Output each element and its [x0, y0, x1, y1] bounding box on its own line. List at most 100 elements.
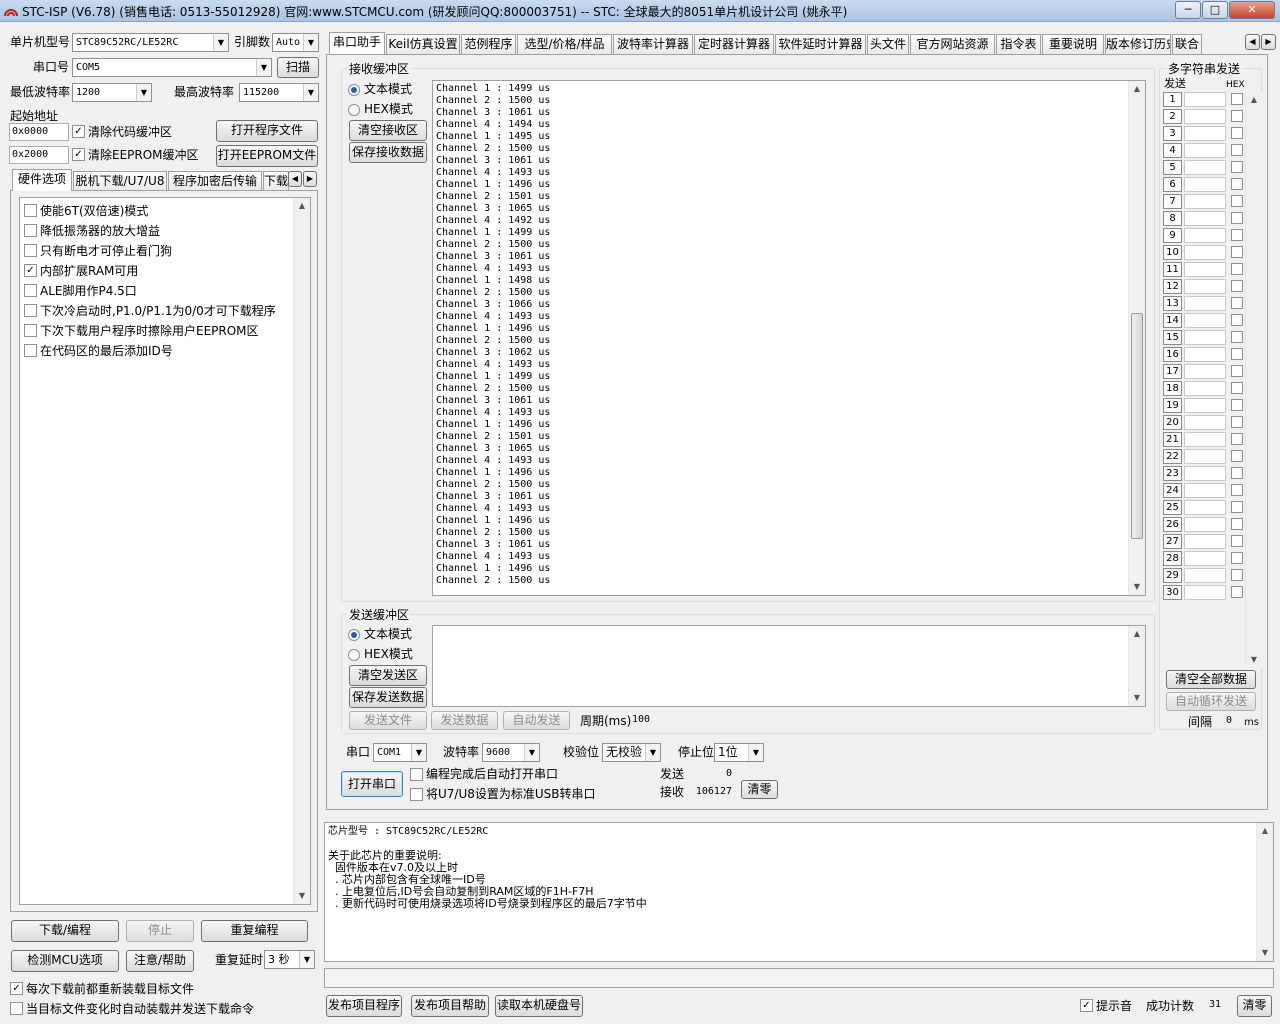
tab-right-9[interactable]: 官方网站资源	[910, 34, 995, 54]
repeat-program-button[interactable]: 重复编程	[201, 920, 308, 942]
max-baud-select[interactable]: 115200 ▼	[239, 83, 319, 102]
multi-string-input-15[interactable]	[1184, 330, 1226, 345]
multi-hex-checkbox-15[interactable]	[1231, 331, 1243, 343]
multi-hex-checkbox-14[interactable]	[1231, 314, 1243, 326]
tab-right-12[interactable]: 版本修订历史	[1105, 34, 1171, 54]
option-checkbox-3[interactable]	[24, 244, 37, 257]
option-checkbox-1[interactable]	[24, 204, 37, 217]
multi-hex-checkbox-1[interactable]	[1231, 93, 1243, 105]
multi-hex-checkbox-23[interactable]	[1231, 467, 1243, 479]
tab-right-10[interactable]: 指令表	[996, 34, 1041, 54]
multi-send-button-15[interactable]: 15	[1163, 330, 1182, 345]
multi-string-input-2[interactable]	[1184, 109, 1226, 124]
receive-scroll-thumb[interactable]	[1131, 313, 1143, 539]
multi-send-button-26[interactable]: 26	[1163, 517, 1182, 532]
info-scrollbar[interactable]: ▲ ▼	[1256, 823, 1273, 961]
auto-send-button[interactable]: 自动发送	[503, 711, 570, 730]
tab-encrypted-transfer[interactable]: 程序加密后传输	[168, 171, 262, 191]
multi-hex-checkbox-8[interactable]	[1231, 212, 1243, 224]
multi-hex-checkbox-18[interactable]	[1231, 382, 1243, 394]
multi-string-input-3[interactable]	[1184, 126, 1226, 141]
reload-before-download-checkbox[interactable]: ✓	[10, 982, 23, 995]
clear-count-button[interactable]: 清零	[741, 780, 778, 799]
tab-download-more[interactable]: 下载	[263, 171, 289, 191]
multi-string-input-11[interactable]	[1184, 262, 1226, 277]
multi-send-button-11[interactable]: 11	[1163, 262, 1182, 277]
baud-rate-select[interactable]: 9600 ▼	[482, 743, 540, 762]
multi-string-input-28[interactable]	[1184, 551, 1226, 566]
multi-hex-checkbox-17[interactable]	[1231, 365, 1243, 377]
multi-string-input-30[interactable]	[1184, 585, 1226, 600]
clear-success-count-button[interactable]: 清零	[1237, 995, 1272, 1017]
scan-button[interactable]: 扫描	[277, 57, 319, 78]
option-checkbox-7[interactable]	[24, 324, 37, 337]
clear-eeprom-buffer-checkbox[interactable]: ✓	[72, 148, 85, 161]
multi-string-input-6[interactable]	[1184, 177, 1226, 192]
multi-hex-checkbox-6[interactable]	[1231, 178, 1243, 190]
scroll-up-icon[interactable]: ▲	[1246, 92, 1262, 108]
multi-send-button-6[interactable]: 6	[1163, 177, 1182, 192]
option-checkbox-8[interactable]	[24, 344, 37, 357]
multi-string-input-24[interactable]	[1184, 483, 1226, 498]
interval-input[interactable]: 0	[1214, 713, 1242, 731]
send-file-button[interactable]: 发送文件	[349, 711, 427, 730]
multi-send-button-7[interactable]: 7	[1163, 194, 1182, 209]
multi-send-button-4[interactable]: 4	[1163, 143, 1182, 158]
tab-right-2[interactable]: Keil仿真设置	[386, 34, 460, 54]
multi-hex-checkbox-10[interactable]	[1231, 246, 1243, 258]
multi-send-button-17[interactable]: 17	[1163, 364, 1182, 379]
open-serial-port-button[interactable]: 打开串口	[341, 771, 403, 797]
tab-right-8[interactable]: 头文件	[867, 34, 909, 54]
multi-string-input-10[interactable]	[1184, 245, 1226, 260]
tab-right-7[interactable]: 软件延时计算器	[775, 34, 866, 54]
help-button[interactable]: 注意/帮助	[126, 950, 194, 972]
multi-send-button-20[interactable]: 20	[1163, 415, 1182, 430]
multi-send-button-21[interactable]: 21	[1163, 432, 1182, 447]
multi-string-input-4[interactable]	[1184, 143, 1226, 158]
multi-hex-checkbox-25[interactable]	[1231, 501, 1243, 513]
multi-send-button-12[interactable]: 12	[1163, 279, 1182, 294]
multi-string-input-18[interactable]	[1184, 381, 1226, 396]
multi-hex-checkbox-22[interactable]	[1231, 450, 1243, 462]
tab-hardware-options[interactable]: 硬件选项	[12, 169, 72, 191]
scroll-down-icon[interactable]: ▼	[1257, 945, 1273, 961]
options-scrollbar[interactable]: ▲ ▼	[293, 198, 310, 904]
multi-string-input-1[interactable]	[1184, 92, 1226, 107]
send-data-button[interactable]: 发送数据	[431, 711, 498, 730]
multi-hex-checkbox-4[interactable]	[1231, 144, 1243, 156]
scroll-up-icon[interactable]: ▲	[1129, 81, 1145, 97]
tab-offline-download[interactable]: 脱机下载/U7/U8	[73, 171, 167, 191]
multi-hex-checkbox-7[interactable]	[1231, 195, 1243, 207]
multi-hex-checkbox-24[interactable]	[1231, 484, 1243, 496]
multi-hex-checkbox-5[interactable]	[1231, 161, 1243, 173]
tab-right-6[interactable]: 定时器计算器	[694, 34, 774, 54]
tab-right-11[interactable]: 重要说明	[1042, 34, 1104, 54]
multi-string-input-9[interactable]	[1184, 228, 1226, 243]
publish-project-program-button[interactable]: 发布项目程序	[326, 995, 402, 1017]
scroll-up-icon[interactable]: ▲	[1257, 823, 1273, 839]
auto-open-port-checkbox[interactable]	[410, 768, 423, 781]
clear-all-data-button[interactable]: 清空全部数据	[1166, 670, 1256, 689]
multi-string-input-14[interactable]	[1184, 313, 1226, 328]
tab-scroll-right-icon[interactable]: ▶	[303, 171, 317, 187]
serial-port-select[interactable]: COM1 ▼	[373, 743, 427, 762]
scroll-down-icon[interactable]: ▼	[294, 888, 310, 904]
multi-send-button-9[interactable]: 9	[1163, 228, 1182, 243]
stop-button[interactable]: 停止	[126, 920, 194, 942]
minimize-button[interactable]: ─	[1175, 1, 1201, 19]
mcu-type-select[interactable]: STC89C52RC/LE52RC ▼	[72, 33, 229, 52]
multi-send-button-10[interactable]: 10	[1163, 245, 1182, 260]
open-program-file-button[interactable]: 打开程序文件	[216, 120, 318, 142]
scroll-up-icon[interactable]: ▲	[1129, 626, 1145, 642]
multi-send-button-22[interactable]: 22	[1163, 449, 1182, 464]
save-receive-button[interactable]: 保存接收数据	[349, 142, 427, 163]
send-scrollbar[interactable]: ▲ ▼	[1128, 626, 1145, 706]
receive-text-area[interactable]: Channel 1 : 1499 us Channel 2 : 1500 us Ch…	[432, 80, 1146, 596]
multi-hex-checkbox-29[interactable]	[1231, 569, 1243, 581]
multi-hex-checkbox-19[interactable]	[1231, 399, 1243, 411]
multi-string-input-8[interactable]	[1184, 211, 1226, 226]
scroll-up-icon[interactable]: ▲	[294, 198, 310, 214]
auto-reload-checkbox[interactable]	[10, 1002, 23, 1015]
receive-scrollbar[interactable]: ▲ ▼	[1128, 81, 1145, 595]
multi-string-input-27[interactable]	[1184, 534, 1226, 549]
